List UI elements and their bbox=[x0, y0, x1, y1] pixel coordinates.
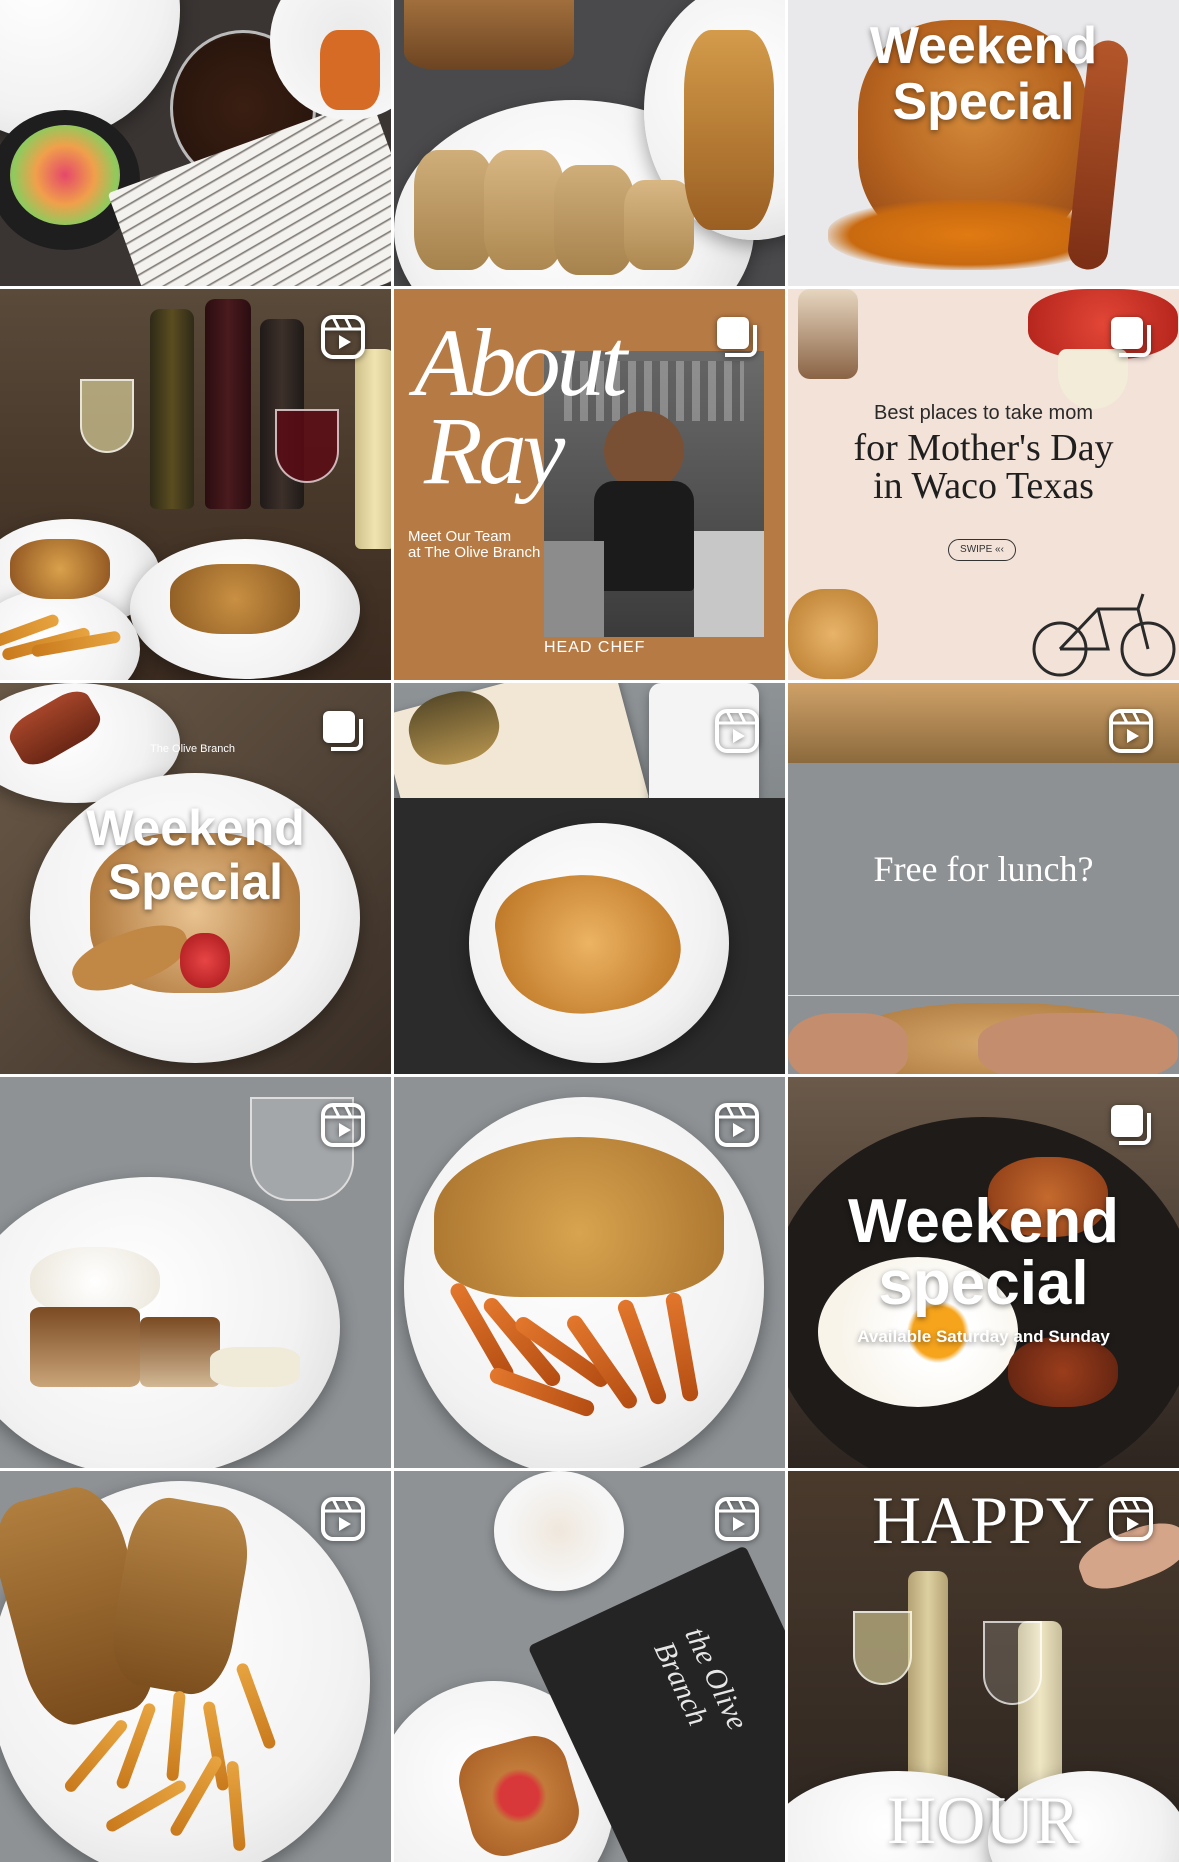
watermark: The Olive Branch bbox=[150, 743, 235, 755]
reel-icon bbox=[713, 707, 761, 755]
reel-icon bbox=[713, 1101, 761, 1149]
carousel-icon bbox=[1107, 313, 1155, 361]
reel-icon bbox=[319, 313, 367, 361]
about-title: About Ray bbox=[414, 309, 627, 504]
bicycle-icon bbox=[1028, 569, 1178, 679]
reel-icon bbox=[319, 1495, 367, 1543]
post-happy-hour[interactable]: HAPPY HOUR bbox=[788, 1471, 1179, 1862]
post-sandwich-sweet-fries[interactable] bbox=[394, 1077, 785, 1468]
post-grilled-sandwich-fries[interactable] bbox=[0, 1471, 391, 1862]
post-grid: Weekend Special About Ray Meet Our Team … bbox=[0, 0, 1179, 1862]
reel-icon bbox=[319, 1101, 367, 1149]
caption-bottom: HOUR bbox=[887, 1782, 1080, 1858]
carousel-icon bbox=[319, 707, 367, 755]
about-footer: HEAD CHEF bbox=[544, 639, 646, 656]
chevrons-icon: «‹ bbox=[995, 544, 1004, 555]
post-croissant-journal[interactable] bbox=[394, 683, 785, 1074]
reel-icon bbox=[1107, 1495, 1155, 1543]
post-weekend-special-french-toast[interactable]: The Olive Branch Weekend Special bbox=[0, 683, 391, 1074]
subcaption-text: Available Saturday and Sunday bbox=[857, 1327, 1110, 1346]
post-free-for-lunch[interactable]: Free for lunch? bbox=[788, 683, 1179, 1074]
mothers-kicker: Best places to take mom bbox=[874, 402, 1093, 424]
caption-text: Weekend special bbox=[847, 1187, 1120, 1318]
caption-text: Free for lunch? bbox=[873, 849, 1094, 889]
post-about-ray[interactable]: About Ray Meet Our Team at The Olive Bra… bbox=[394, 289, 785, 680]
post-breakfast-table[interactable] bbox=[0, 0, 391, 286]
mothers-title: for Mother's Day in Waco Texas bbox=[853, 427, 1114, 507]
reel-icon bbox=[713, 1495, 761, 1543]
menu-logo-text: the Olive Branch bbox=[647, 1622, 755, 1735]
post-weekend-special-skillet[interactable]: Weekend special Available Saturday and S… bbox=[788, 1077, 1179, 1468]
caption-text: Weekend Special bbox=[86, 800, 305, 910]
post-cake-slice[interactable] bbox=[0, 1077, 391, 1468]
carousel-icon bbox=[1107, 1101, 1155, 1149]
caption-text: Weekend Special bbox=[869, 17, 1098, 131]
swipe-pill[interactable]: SWIPE «‹ bbox=[948, 539, 1016, 561]
post-weekend-special-waffle[interactable]: Weekend Special bbox=[788, 0, 1179, 286]
post-sandwiches[interactable] bbox=[394, 0, 785, 286]
carousel-icon bbox=[713, 313, 761, 361]
post-wine-and-plates[interactable] bbox=[0, 289, 391, 680]
post-coffee-menu[interactable]: the Olive Branch bbox=[394, 1471, 785, 1862]
about-subtitle: Meet Our Team at The Olive Branch bbox=[408, 528, 541, 561]
reel-icon bbox=[1107, 707, 1155, 755]
post-mothers-day[interactable]: Best places to take mom for Mother's Day… bbox=[788, 289, 1179, 680]
